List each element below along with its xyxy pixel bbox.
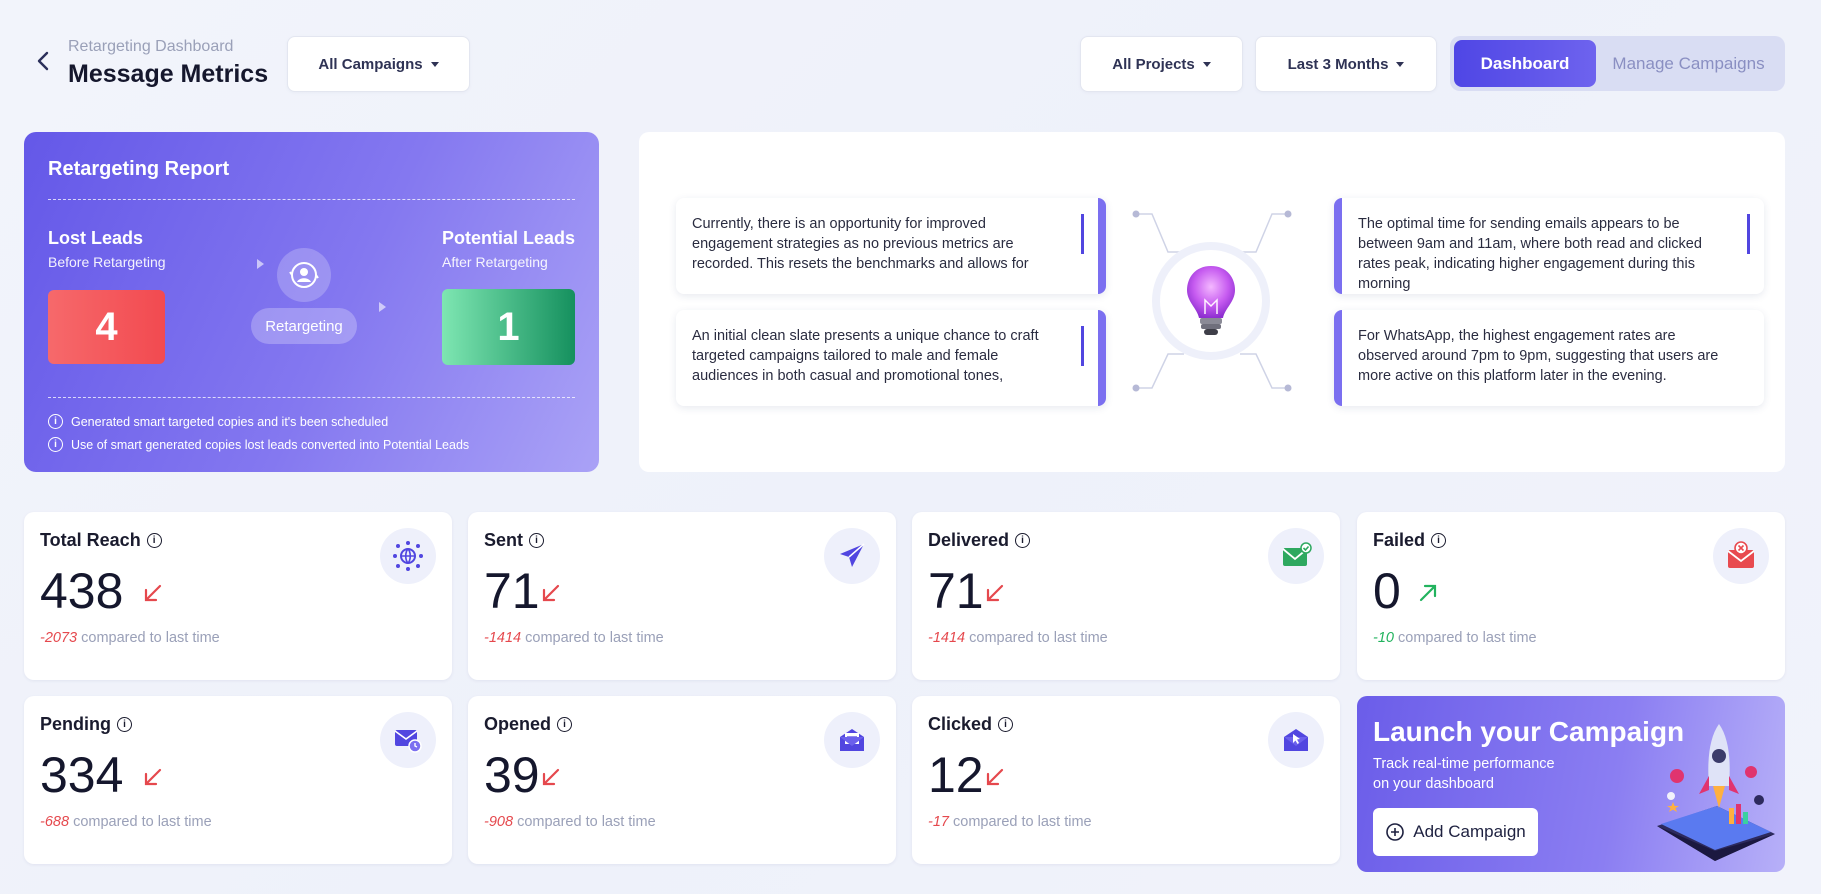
divider [48, 199, 575, 200]
metric-value: 71 [484, 563, 540, 619]
lost-leads-heading: Lost Leads [48, 228, 144, 248]
retargeting-report-card: Retargeting Report Lost Leads Before Ret… [24, 132, 599, 472]
project-filter-dropdown[interactable]: All Projects [1080, 36, 1243, 92]
insight-card: For WhatsApp, the highest engagement rat… [1334, 310, 1764, 406]
metric-card-sent: Sent i 71 -1414 compared to last time [468, 512, 896, 680]
metric-compare: -2073 compared to last time [40, 630, 220, 646]
insight-card: An initial clean slate presents a unique… [676, 310, 1106, 406]
divider [48, 397, 575, 398]
project-filter-label: All Projects [1112, 55, 1195, 73]
info-icon[interactable]: i [557, 717, 573, 732]
tab-dashboard[interactable]: Dashboard [1454, 40, 1596, 87]
metric-compare: -688 compared to last time [40, 814, 212, 830]
metric-card-opened: Opened i 39 -908 compared to last time [468, 696, 896, 864]
metric-value: 39 [484, 747, 540, 803]
metric-card-clicked: Clicked i 12 -17 compared to last time [912, 696, 1340, 864]
view-switcher: Dashboard Manage Campaigns [1450, 36, 1785, 91]
campaign-filter-label: All Campaigns [318, 55, 423, 73]
metric-compare: -1414 compared to last time [928, 630, 1108, 646]
scroll-indicator [1747, 214, 1750, 254]
lost-leads-sub: Before Retargeting [48, 254, 166, 270]
report-note: i Generated smart targeted copies and it… [48, 414, 388, 429]
period-filter-dropdown[interactable]: Last 3 Months [1255, 36, 1437, 92]
metric-value: 334 [40, 747, 124, 803]
metric-compare: -1414 compared to last time [484, 630, 664, 646]
metric-card-delivered: Delivered i 71 -1414 compared to last tim… [912, 512, 1340, 680]
envelope-open-icon [824, 712, 880, 768]
info-icon[interactable]: i [1431, 533, 1447, 548]
page-title: Message Metrics [68, 60, 269, 88]
trend-down-icon [986, 768, 1004, 786]
campaign-filter-dropdown[interactable]: All Campaigns [287, 36, 470, 92]
info-icon[interactable]: i [529, 533, 545, 548]
metric-card-pending: Pending i 334 -688 compared to last time [24, 696, 452, 864]
rocket-illustration [1657, 724, 1775, 861]
breadcrumb: Retargeting Dashboard [68, 38, 234, 55]
trend-down-icon [542, 584, 560, 602]
trend-up-icon [1419, 584, 1437, 602]
retargeting-icon [277, 248, 331, 302]
info-icon[interactable]: i [1015, 533, 1031, 548]
metric-compare: -17 compared to last time [928, 814, 1092, 830]
launch-subtitle: Track real-time performance on your dash… [1373, 756, 1555, 792]
trend-down-icon [542, 768, 560, 786]
arrow-right-icon [379, 302, 386, 312]
insight-card: Currently, there is an opportunity for i… [676, 198, 1106, 294]
launch-campaign-card: Launch your Campaign Track real-time per… [1357, 696, 1785, 872]
trend-down-icon [986, 584, 1004, 602]
caret-down-icon [430, 61, 439, 67]
report-title: Retargeting Report [48, 158, 230, 180]
metric-compare: -10 compared to last time [1373, 630, 1537, 646]
period-filter-label: Last 3 Months [1287, 55, 1389, 73]
metric-value: 12 [928, 747, 984, 803]
launch-title: Launch your Campaign [1373, 716, 1685, 747]
arrow-right-icon [257, 259, 264, 269]
report-note: i Use of smart generated copies lost lea… [48, 437, 469, 452]
info-icon: i [48, 437, 63, 452]
info-icon[interactable]: i [117, 717, 132, 732]
retargeting-label: Retargeting [251, 308, 357, 344]
metric-value: 0 [1373, 563, 1401, 619]
insight-card: The optimal time for sending emails appe… [1334, 198, 1764, 294]
scroll-indicator [1081, 214, 1084, 254]
lost-leads-value: 4 [48, 290, 165, 364]
back-button[interactable] [30, 48, 56, 74]
paper-plane-icon [824, 528, 880, 584]
info-icon[interactable]: i [998, 717, 1014, 732]
metric-compare: -908 compared to last time [484, 814, 656, 830]
scroll-indicator [1081, 326, 1084, 366]
globe-network-icon [380, 528, 436, 584]
tab-manage-campaigns[interactable]: Manage Campaigns [1596, 40, 1781, 87]
metric-card-failed: Failed i 0 -10 compared to last time [1357, 512, 1785, 680]
add-campaign-button[interactable]: Add Campaign [1373, 808, 1538, 856]
envelope-clock-icon [380, 712, 436, 768]
lightbulb-icon [1152, 242, 1270, 360]
metric-value: 71 [928, 563, 984, 619]
trend-down-icon [144, 768, 162, 786]
caret-down-icon [1396, 61, 1405, 67]
envelope-x-icon [1713, 528, 1769, 584]
potential-leads-sub: After Retargeting [442, 254, 548, 270]
info-icon: i [48, 414, 63, 429]
potential-leads-value: 1 [442, 289, 575, 365]
trend-down-icon [144, 584, 162, 602]
caret-down-icon [1202, 61, 1211, 67]
chevron-left-icon [37, 51, 49, 71]
envelope-check-icon [1268, 528, 1324, 584]
metric-card-total-reach: Total Reach i 438 -2073 compared to last … [24, 512, 452, 680]
info-icon[interactable]: i [146, 533, 162, 548]
metric-value: 438 [40, 563, 124, 619]
potential-leads-heading: Potential Leads [442, 228, 576, 248]
envelope-cursor-icon [1268, 712, 1324, 768]
plus-circle-icon [1386, 823, 1405, 841]
